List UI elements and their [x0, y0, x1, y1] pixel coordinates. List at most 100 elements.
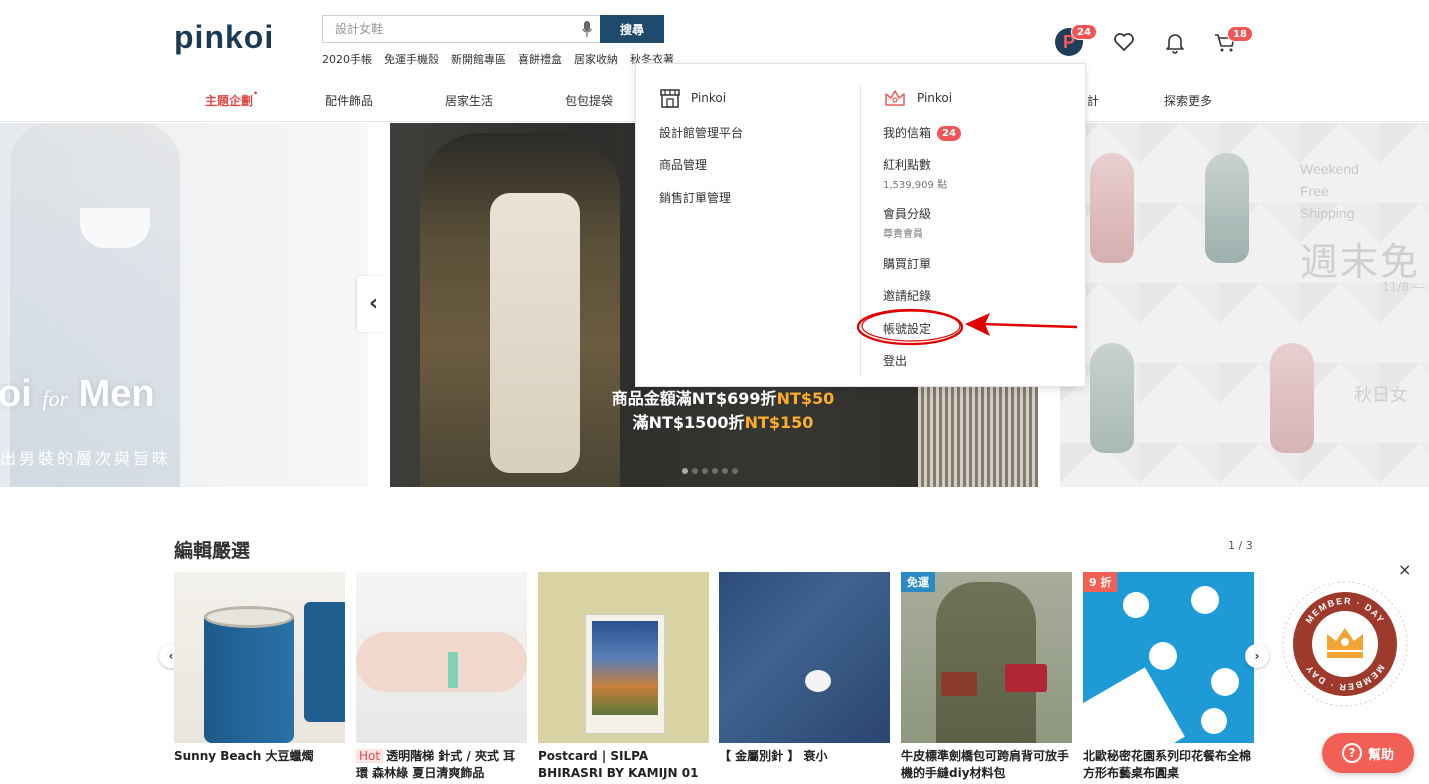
category-label: 主題企劃: [205, 94, 254, 108]
product-title[interactable]: Postcard | SILPA BHIRASRI BY KAMIJN 01: [538, 748, 709, 782]
store-icon: [660, 89, 680, 108]
banner-autumn-text: 秋日女: [1354, 385, 1408, 406]
picks-next-button[interactable]: ›: [1245, 644, 1269, 668]
product-image[interactable]: [538, 572, 709, 743]
member-day-badge[interactable]: MEMBER · DAY MEMBER · DAY: [1281, 580, 1409, 708]
shoe-figure: [1090, 153, 1134, 263]
product-title[interactable]: 北歐秘密花園系列印花餐布全棉方形布藝桌布圓桌: [1083, 748, 1254, 782]
category-item[interactable]: 探索更多: [1164, 92, 1212, 109]
product-card[interactable]: 【 金屬別針 】 衰小: [719, 572, 890, 782]
banner-subtitle: 出男裝的層次與旨味: [0, 449, 172, 468]
menu-item-logout[interactable]: 登出: [883, 352, 907, 369]
slide-dot[interactable]: [712, 468, 718, 474]
slide-dot[interactable]: [692, 468, 698, 474]
search-box[interactable]: [322, 15, 600, 43]
hands-figure: [356, 632, 527, 692]
question-icon: ?: [1341, 743, 1362, 763]
menu-item-product-management[interactable]: 商品管理: [659, 156, 707, 173]
candle-top-figure: [204, 606, 294, 628]
banner-english-line: Shipping: [1300, 205, 1355, 221]
banner-right[interactable]: Weekend Free Shipping 週末免 11/8 — 秋日女: [1060, 123, 1429, 487]
scarf-figure: [490, 193, 580, 473]
search-input[interactable]: [323, 16, 563, 42]
slide-dot[interactable]: [682, 468, 688, 474]
category-item[interactable]: 主題企劃•: [205, 89, 258, 109]
product-card[interactable]: Postcard | SILPA BHIRASRI BY KAMIJN 01: [538, 572, 709, 782]
slide-dot[interactable]: [732, 468, 738, 474]
shop-column: Pinkoi: [659, 86, 726, 110]
promo-line-highlight: NT$150: [744, 413, 814, 432]
banner-headline: oi for Men: [0, 373, 155, 416]
promo-text: 商品金額滿NT$699折NT$50 滿NT$1500折NT$150: [606, 387, 840, 435]
product-image[interactable]: [719, 572, 890, 743]
portrait-figure: [592, 621, 658, 715]
discount-tag: 9 折: [1083, 572, 1118, 592]
carousel-prev-button[interactable]: ‹: [357, 276, 390, 332]
promo-line: 商品金額滿NT$699折NT$50: [606, 387, 840, 411]
menu-item-invitation-records[interactable]: 邀請紀錄: [883, 287, 931, 304]
bell-icon[interactable]: [1163, 30, 1187, 54]
daisy-figure: [1149, 642, 1177, 670]
candle-label-figure: [222, 672, 278, 696]
menu-item-account-settings[interactable]: 帳號設定: [883, 320, 931, 337]
product-title[interactable]: 牛皮標準劍橋包可跨肩背可放手機的手縫diy材料包: [901, 748, 1072, 782]
product-card[interactable]: Sunny Beach 大豆蠟燭: [174, 572, 345, 782]
menu-item-shop-admin[interactable]: 設計館管理平台: [659, 124, 743, 141]
menu-item-bonus-points[interactable]: 紅利點數 1,539,909 點: [883, 156, 947, 191]
heart-icon[interactable]: [1112, 30, 1136, 54]
pinkoi-logo[interactable]: pinkoi: [174, 17, 274, 57]
hot-keyword[interactable]: 免運手機殼: [384, 51, 439, 67]
bag-figure: [941, 672, 977, 696]
search-button[interactable]: 搜尋: [600, 15, 664, 43]
product-image[interactable]: [356, 572, 527, 743]
promo-line: 滿NT$1500折NT$150: [606, 411, 840, 435]
product-image[interactable]: 9 折: [1083, 572, 1254, 743]
category-item[interactable]: 配件飾品: [325, 92, 373, 109]
banner-chinese-text: 週末免: [1300, 240, 1421, 284]
hot-keyword[interactable]: 喜餅禮盒: [518, 51, 562, 67]
hot-keyword[interactable]: 居家收納: [574, 51, 618, 67]
category-item[interactable]: 居家生活: [445, 92, 493, 109]
hot-keyword[interactable]: 2020手帳: [322, 51, 372, 67]
daisy-figure: [1123, 592, 1149, 618]
crown-icon: [885, 90, 905, 106]
banner-english-text: Weekend Free Shipping: [1300, 158, 1359, 224]
hot-keyword[interactable]: 新開館專區: [451, 51, 506, 67]
product-card[interactable]: 免運 牛皮標準劍橋包可跨肩背可放手機的手縫diy材料包: [901, 572, 1072, 782]
promo-line-text: 滿NT$1500折: [632, 413, 745, 432]
product-image[interactable]: [174, 572, 345, 743]
category-item[interactable]: 計: [1087, 92, 1099, 109]
menu-item-label: 會員分級: [883, 207, 932, 221]
slide-dot[interactable]: [702, 468, 708, 474]
headline-part: Men: [78, 373, 155, 415]
banner-left[interactable]: oi for Men 出男裝的層次與旨味 ➜: [0, 123, 368, 487]
product-title[interactable]: 【 金屬別針 】 衰小: [719, 748, 890, 782]
menu-item-inbox[interactable]: 我的信箱 24: [883, 124, 961, 141]
promo-line-text: 商品金額滿NT$699折: [611, 389, 777, 408]
menu-item-label: 紅利點數: [883, 158, 932, 172]
category-item[interactable]: 包包提袋: [565, 92, 613, 109]
help-button[interactable]: ? 幫助: [1322, 733, 1414, 773]
microphone-icon[interactable]: [582, 21, 592, 38]
user-column: Pinkoi: [883, 86, 952, 110]
bag-figure: [1005, 664, 1047, 692]
menu-item-member-level[interactable]: 會員分級 尊貴會員: [883, 205, 931, 240]
banner-english-line: Weekend: [1300, 161, 1359, 177]
model-figure: [936, 582, 1036, 743]
product-title[interactable]: Sunny Beach 大豆蠟燭: [174, 748, 345, 782]
slide-dot[interactable]: [722, 468, 728, 474]
pin-figure: [805, 670, 831, 692]
close-icon[interactable]: ×: [1398, 560, 1411, 579]
shoe-figure: [1090, 343, 1134, 453]
banner-date: 11/8 —: [1382, 280, 1425, 294]
shop-header: Pinkoi: [659, 86, 726, 110]
headline-part: oi: [0, 373, 32, 415]
candle-tin-figure: [304, 602, 345, 722]
help-label: 幫助: [1367, 747, 1394, 763]
product-card[interactable]: 9 折 北歐秘密花園系列印花餐布全棉方形布藝桌布圓桌: [1083, 572, 1254, 782]
menu-item-purchase-orders[interactable]: 購買訂單: [883, 255, 931, 272]
product-title[interactable]: Hot 透明階梯 針式 / 夾式 耳環 森林綠 夏日清爽飾品: [356, 748, 527, 782]
product-image[interactable]: 免運: [901, 572, 1072, 743]
menu-item-sales-orders[interactable]: 銷售訂單管理: [659, 189, 731, 206]
product-card[interactable]: Hot 透明階梯 針式 / 夾式 耳環 森林綠 夏日清爽飾品: [356, 572, 527, 782]
